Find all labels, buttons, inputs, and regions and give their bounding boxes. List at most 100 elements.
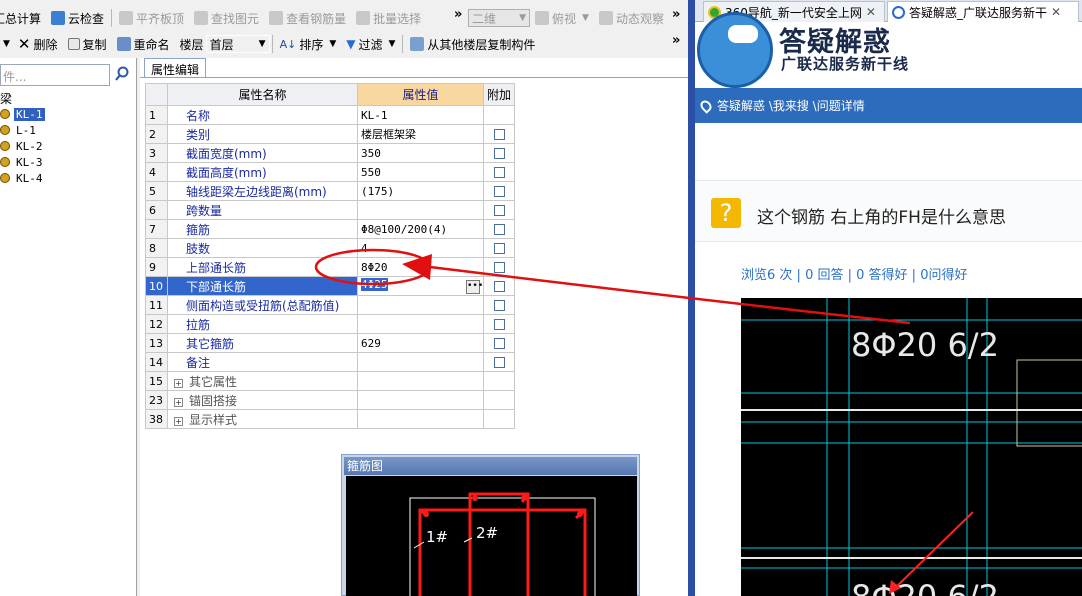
table-row[interactable]: 1 名称 KL-1 [145, 105, 516, 125]
table-row[interactable]: 6 跨数量 [145, 200, 516, 220]
property-value-cell[interactable]: 350 [357, 143, 484, 163]
gear-icon [0, 141, 10, 151]
property-value-cell[interactable] [357, 295, 484, 315]
extra-checkbox[interactable] [493, 224, 505, 235]
property-value-cell[interactable] [357, 371, 484, 391]
browser-tab-glodon[interactable]: 答疑解惑_广联达服务新干 ✕ [887, 1, 1079, 22]
tree-item[interactable]: KL-3 [0, 154, 45, 170]
extra-checkbox[interactable] [493, 357, 505, 368]
ellipsis-button[interactable]: ••• [466, 280, 483, 294]
toolbar-overflow-icon[interactable]: » [672, 7, 680, 22]
property-value-cell[interactable]: 8Φ20 [357, 257, 484, 277]
close-icon[interactable]: ✕ [866, 5, 876, 19]
property-name: 备注 [186, 355, 211, 370]
property-value-cell[interactable] [357, 409, 484, 429]
extra-cell [482, 390, 516, 410]
property-value-cell[interactable]: 629 [357, 333, 484, 353]
copy-from-floor-button[interactable]: 从其他楼层复制构件 [405, 33, 540, 55]
table-row[interactable]: 8 肢数 4 [145, 238, 516, 258]
property-value-cell[interactable]: Φ8@100/200(4) [357, 219, 484, 239]
tab-property-edit[interactable]: 属性编辑 [144, 58, 207, 78]
tree-item[interactable]: KL-1 [0, 106, 45, 122]
property-name-cell: + 锚固搭接 [167, 390, 358, 410]
table-row[interactable]: 10 下部通长筋 4Φ25 ••• [145, 276, 516, 296]
search-icon[interactable] [114, 66, 130, 82]
window-divider[interactable] [688, 0, 695, 596]
view-mode-select[interactable]: 二维 ▼ [468, 9, 530, 27]
rebar-dot [472, 495, 478, 501]
filter-button[interactable]: ▼ 过滤 ▼ [341, 33, 400, 55]
property-value-cell[interactable]: 550 [357, 162, 484, 182]
batch-select-button[interactable]: 批量选择 [351, 7, 426, 29]
level-slab-top-button[interactable]: 平齐板顶 [114, 7, 189, 29]
extra-checkbox[interactable] [493, 205, 505, 216]
dropdown-arrow[interactable]: ▼ [0, 33, 13, 55]
question-image[interactable]: 8Φ20 6/2 8Φ20 6/2 [741, 298, 1082, 596]
property-value-cell[interactable]: KL-1 [357, 105, 484, 125]
view-toolbar: 二维 ▼ 俯视 ▼ 动态观察 [468, 5, 669, 31]
close-icon[interactable]: ✕ [1051, 5, 1061, 19]
tree-item[interactable]: KL-4 [0, 170, 45, 186]
extra-checkbox[interactable] [493, 148, 505, 159]
extra-checkbox[interactable] [493, 338, 505, 349]
copy-button[interactable]: 复制 [63, 33, 112, 55]
table-row[interactable]: 38 + 显示样式 [145, 409, 516, 429]
sort-button[interactable]: A↓ 排序 ▼ [275, 33, 342, 55]
property-value-cell[interactable] [357, 390, 484, 410]
table-row[interactable]: 14 备注 [145, 352, 516, 372]
table-row[interactable]: 11 侧面构造或受扭筋(总配筋值) [145, 295, 516, 315]
stirrup-window-title[interactable]: 箍筋图 [344, 457, 637, 475]
table-row[interactable]: 3 截面宽度(mm) 350 [145, 143, 516, 163]
tree-item-label: KL-2 [16, 139, 43, 153]
rename-button[interactable]: 重命名 [112, 33, 175, 55]
expand-icon[interactable]: + [174, 416, 183, 426]
toolbar-overflow-icon[interactable]: » [454, 7, 462, 22]
table-row[interactable]: 23 + 锚固搭接 [145, 390, 516, 410]
property-name-cell: 拉筋 [167, 314, 358, 334]
extra-cell [482, 181, 516, 201]
extra-checkbox[interactable] [493, 186, 505, 197]
summary-calc-button[interactable]: 汇总计算 [0, 7, 46, 29]
floor-select[interactable]: 首层 ▼ [205, 35, 270, 53]
table-row[interactable]: 4 截面高度(mm) 550 [145, 162, 516, 182]
expand-icon[interactable]: + [174, 378, 183, 388]
search-input[interactable]: 件... [0, 64, 110, 86]
dynamic-view-button[interactable]: 动态观察 [594, 7, 669, 29]
property-name-cell: 侧面构造或受扭筋(总配筋值) [167, 295, 358, 315]
table-row[interactable]: 5 轴线距梁左边线距离(mm) (175) [145, 181, 516, 201]
property-value-cell[interactable] [357, 352, 484, 372]
extra-checkbox[interactable] [493, 262, 505, 273]
toolbar-overflow-icon[interactable]: » [672, 33, 680, 48]
chevron-down-icon: ▼ [519, 13, 526, 23]
property-value-cell[interactable]: (175) [357, 181, 484, 201]
find-element-button[interactable]: 查找图元 [189, 7, 264, 29]
main-toolbar: 汇总计算 云检查 平齐板顶 查找图元 查看钢筋量 批量选择 [0, 5, 426, 31]
tree-item[interactable]: KL-2 [0, 138, 45, 154]
property-name-cell: + 其它属性 [167, 371, 358, 391]
extra-checkbox[interactable] [493, 167, 505, 178]
table-row[interactable]: 2 类别 楼层框架梁 [145, 124, 516, 144]
table-row[interactable]: 15 + 其它属性 [145, 371, 516, 391]
table-row[interactable]: 9 上部通长筋 8Φ20 [145, 257, 516, 277]
cloud-check-button[interactable]: 云检查 [46, 7, 109, 29]
view-angle-button[interactable]: 俯视 ▼ [530, 7, 594, 29]
breadcrumb-text[interactable]: 答疑解惑 \我来搜 \问题详情 [717, 97, 865, 114]
extra-checkbox[interactable] [493, 129, 505, 140]
extra-checkbox[interactable] [493, 300, 505, 311]
extra-checkbox[interactable] [493, 281, 505, 292]
property-value-cell[interactable] [357, 314, 484, 334]
table-row[interactable]: 13 其它箍筋 629 [145, 333, 516, 353]
extra-checkbox[interactable] [493, 243, 505, 254]
tree-item[interactable]: L-1 [0, 122, 38, 138]
property-value-cell[interactable] [357, 200, 484, 220]
table-row[interactable]: 7 箍筋 Φ8@100/200(4) [145, 219, 516, 239]
expand-icon[interactable]: + [174, 397, 183, 407]
delete-button[interactable]: ✕ 删除 [13, 33, 63, 55]
table-row[interactable]: 12 拉筋 [145, 314, 516, 334]
property-value-cell[interactable]: 楼层框架梁 [357, 124, 484, 144]
property-value-cell[interactable]: 4 [357, 238, 484, 258]
property-value-cell[interactable]: 4Φ25 ••• [357, 276, 484, 296]
extra-checkbox[interactable] [493, 319, 505, 330]
tree-root-beam[interactable]: 梁 [0, 90, 12, 107]
view-rebar-button[interactable]: 查看钢筋量 [264, 7, 351, 29]
